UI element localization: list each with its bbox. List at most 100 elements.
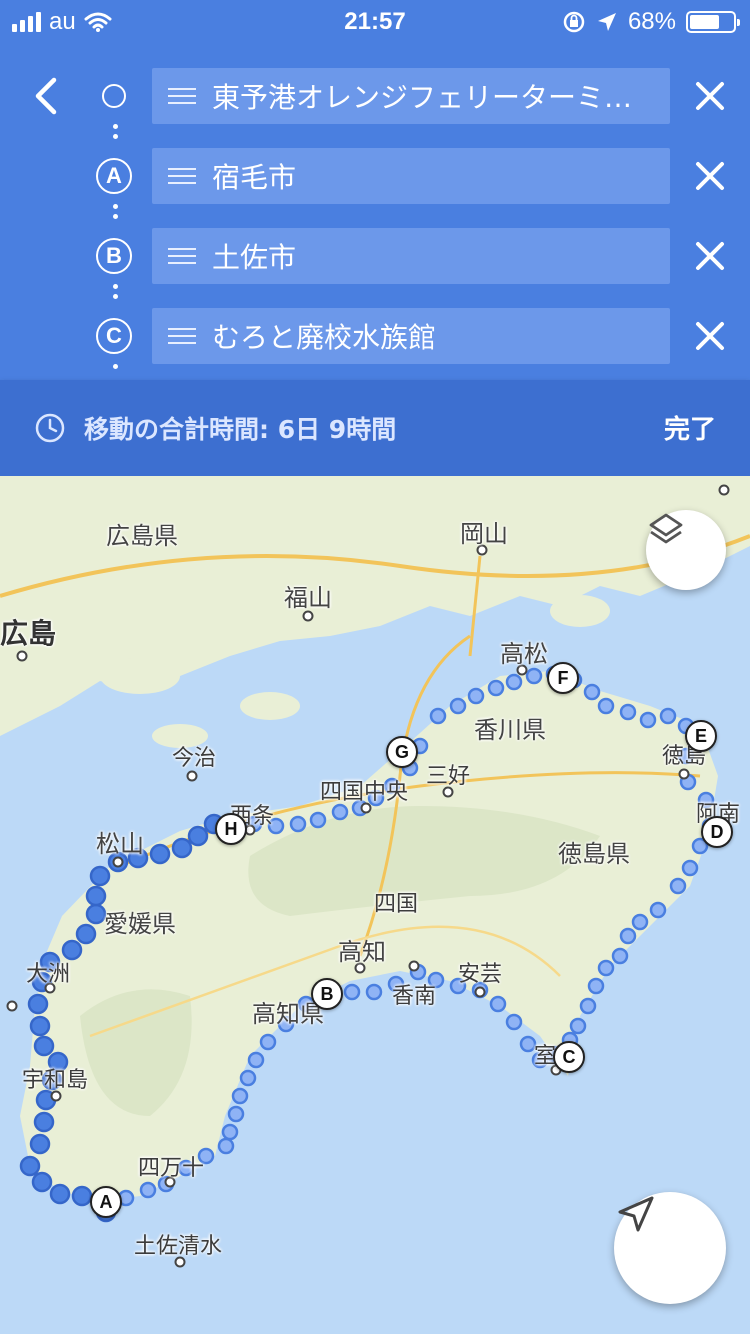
map-label-shimanto: 四万十: [138, 1156, 205, 1181]
route-dot: [579, 997, 597, 1015]
waypoint-f[interactable]: F: [547, 662, 579, 694]
stop-a-text: 宿毛市: [212, 161, 297, 194]
trip-summary-bar: 移動の合計時間: 6日 9時間 完了: [0, 380, 750, 476]
remove-stop-button[interactable]: [690, 316, 730, 356]
route-dot: [467, 687, 485, 705]
drag-handle-icon[interactable]: [152, 148, 212, 204]
stop-row-b: B 土佐市: [0, 228, 750, 284]
city-dot: [474, 986, 486, 998]
drag-handle-icon[interactable]: [152, 228, 212, 284]
route-dot: [71, 1185, 93, 1207]
route-dot: [619, 927, 637, 945]
map-label-tokushima-pref: 徳島県: [558, 840, 630, 868]
stop-c-field[interactable]: むろと廃校水族館: [152, 308, 670, 364]
stop-row-c: C むろと廃校水族館: [0, 308, 750, 364]
origin-field[interactable]: 東予港オレンジフェリーターミ…: [152, 68, 670, 124]
city-dot: [718, 484, 730, 496]
map-label-ehime-pref: 愛媛県: [104, 910, 176, 938]
route-dot: [239, 1069, 257, 1087]
route-dot: [221, 1123, 239, 1141]
waypoint-h[interactable]: H: [215, 813, 247, 845]
marker-b-icon: B: [96, 238, 132, 274]
waypoint-g[interactable]: G: [386, 736, 418, 768]
route-dot: [309, 811, 327, 829]
waypoint-b[interactable]: B: [311, 978, 343, 1010]
route-dot: [597, 959, 615, 977]
map-label-takamatsu: 高松: [500, 640, 548, 668]
route-dot: [505, 673, 523, 691]
route-dot: [29, 1015, 51, 1037]
map-label-kochi: 高知: [338, 938, 386, 966]
directions-panel: 東予港オレンジフェリーターミ… A 宿毛市 B 土佐市 C むろと廃校水族館: [0, 44, 750, 380]
map-label-hiroshima-pref: 広島県: [106, 522, 178, 550]
clock-icon: [35, 413, 65, 443]
stop-a-field[interactable]: 宿毛市: [152, 148, 670, 204]
route-dot: [343, 983, 361, 1001]
route-dot: [639, 711, 657, 729]
route-dot: [27, 993, 49, 1015]
marker-c-icon: C: [96, 318, 132, 354]
city-dot: [16, 650, 28, 662]
battery-percent: 68%: [627, 8, 676, 35]
remove-stop-button[interactable]: [690, 76, 730, 116]
waypoint-d[interactable]: D: [701, 816, 733, 848]
route-dot: [429, 707, 447, 725]
waypoint-e[interactable]: E: [685, 720, 717, 752]
waypoint-c[interactable]: C: [553, 1041, 585, 1073]
route-connector-dots: [113, 284, 119, 304]
route-dot: [29, 1133, 51, 1155]
done-button[interactable]: 完了: [664, 409, 716, 446]
route-dot: [519, 1035, 537, 1053]
remove-stop-button[interactable]: [690, 156, 730, 196]
orientation-lock-icon: [563, 11, 585, 33]
route-dot: [33, 1035, 55, 1057]
stop-b-field[interactable]: 土佐市: [152, 228, 670, 284]
navigation-arrow-icon: [618, 1196, 654, 1232]
route-dot: [217, 1137, 235, 1155]
route-dot: [569, 1017, 587, 1035]
remove-stop-button[interactable]: [690, 236, 730, 276]
route-dot: [31, 1171, 53, 1193]
marker-a-icon: A: [96, 158, 132, 194]
route-connector-dots: [113, 124, 119, 144]
map-label-kagawa-pref: 香川県: [474, 716, 546, 744]
map-view[interactable]: 広島県 岡山 福山 広島 高松 香川県 今治 四国中央 三好 徳島 阿南 西条 …: [0, 476, 750, 1334]
route-dot: [681, 859, 699, 877]
city-dot: [678, 768, 690, 780]
city-dot: [408, 960, 420, 972]
my-location-button[interactable]: [614, 1192, 726, 1304]
map-label-okayama: 岡山: [460, 520, 508, 548]
map-layers-button[interactable]: [646, 510, 726, 590]
map-label-tosashimizu: 土佐清水: [134, 1234, 223, 1259]
stop-row-a: A 宿毛市: [0, 148, 750, 204]
drag-handle-icon[interactable]: [152, 308, 212, 364]
route-dot: [247, 1051, 265, 1069]
stop-row-origin: 東予港オレンジフェリーターミ…: [0, 68, 750, 124]
route-dot: [619, 703, 637, 721]
route-dot: [587, 977, 605, 995]
route-dot: [187, 825, 209, 847]
waypoint-a[interactable]: A: [90, 1186, 122, 1218]
map-label-fukuyama: 福山: [284, 584, 332, 612]
city-dot: [6, 1000, 18, 1012]
map-label-konan: 香南: [392, 984, 437, 1009]
route-dot: [331, 803, 349, 821]
route-dot: [597, 697, 615, 715]
route-dot: [85, 885, 107, 907]
route-dot: [487, 679, 505, 697]
drag-handle-icon[interactable]: [152, 68, 212, 124]
route-dot: [505, 1013, 523, 1031]
map-label-uwajima: 宇和島: [22, 1068, 89, 1093]
map-label-ozu: 大洲: [26, 962, 71, 987]
city-dot: [186, 770, 198, 782]
stop-b-text: 土佐市: [212, 241, 297, 274]
route-connector-dots: [113, 364, 119, 374]
map-label-miyoshi: 三好: [426, 764, 471, 789]
origin-text: 東予港オレンジフェリーターミ…: [212, 81, 633, 114]
route-dot: [669, 877, 687, 895]
route-dot: [75, 923, 97, 945]
route-dot: [19, 1155, 41, 1177]
stop-c-text: むろと廃校水族館: [212, 321, 437, 354]
route-dot: [525, 667, 543, 685]
route-dot: [149, 843, 171, 865]
